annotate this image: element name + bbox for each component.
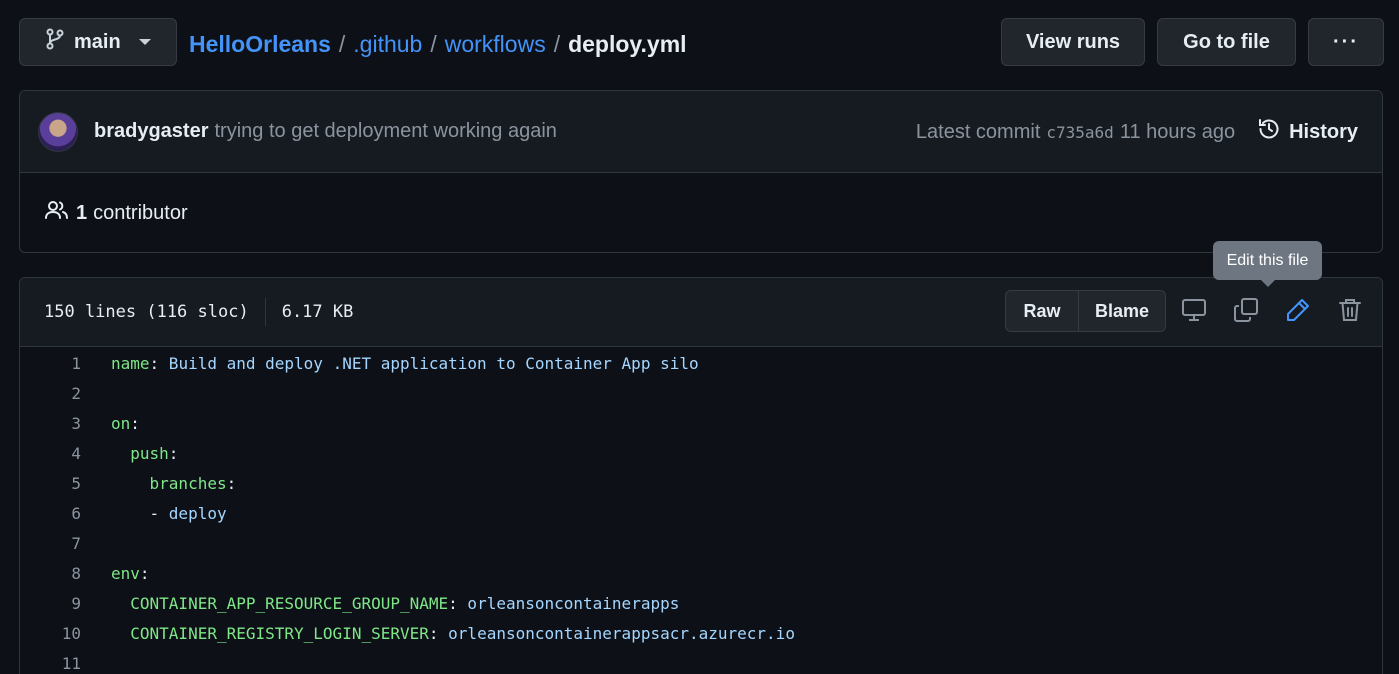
display-source-icon[interactable] bbox=[1180, 296, 1208, 324]
yaml-punct: : bbox=[149, 353, 160, 373]
line-content: - deploy bbox=[111, 504, 227, 523]
git-branch-icon bbox=[46, 28, 64, 56]
line-number[interactable]: 11 bbox=[20, 654, 81, 673]
commit-time: 11 hours ago bbox=[1119, 120, 1236, 143]
code-line: 11 bbox=[20, 648, 1382, 674]
go-to-file-button[interactable]: Go to file bbox=[1157, 18, 1296, 66]
code-listing: 1 name: Build and deploy .NET application… bbox=[20, 347, 1382, 674]
line-number[interactable]: 1 bbox=[20, 354, 81, 373]
file-line-info: 150 lines (116 sloc) bbox=[44, 302, 249, 322]
breadcrumb-repo-link[interactable]: HelloOrleans bbox=[189, 31, 331, 58]
commit-meta: Latest commit c735a6d 11 hours ago Histo… bbox=[916, 91, 1358, 173]
line-content: env: bbox=[111, 564, 150, 583]
yaml-value: orleansoncontainerapps bbox=[457, 593, 680, 613]
trash-icon[interactable] bbox=[1336, 296, 1364, 324]
breadcrumb-workflows-link[interactable]: workflows bbox=[445, 31, 546, 58]
history-link[interactable]: History bbox=[1257, 117, 1358, 147]
edit-file-tooltip: Edit this file bbox=[1213, 241, 1322, 287]
line-content: name: Build and deploy .NET application … bbox=[111, 354, 699, 373]
code-line: 8 env: bbox=[20, 558, 1382, 588]
line-content: push: bbox=[111, 444, 178, 463]
yaml-key: branches bbox=[149, 473, 227, 493]
history-label: History bbox=[1289, 120, 1358, 143]
code-line: 2 bbox=[20, 378, 1382, 408]
yaml-key: name bbox=[111, 353, 150, 373]
commit-row: bradygaster trying to get deployment wor… bbox=[20, 91, 1382, 173]
line-number[interactable]: 3 bbox=[20, 414, 81, 433]
file-size: 6.17 KB bbox=[281, 302, 354, 322]
branch-selector-button[interactable]: main bbox=[19, 18, 177, 66]
breadcrumb-github-link[interactable]: .github bbox=[353, 31, 422, 58]
line-content: CONTAINER_APP_RESOURCE_GROUP_NAME: orlea… bbox=[111, 594, 679, 613]
more-options-button[interactable]: ··· bbox=[1308, 18, 1384, 66]
breadcrumb-separator: / bbox=[553, 30, 561, 57]
avatar[interactable] bbox=[38, 111, 78, 152]
line-number[interactable]: 6 bbox=[20, 504, 81, 523]
divider bbox=[264, 298, 266, 326]
pencil-icon[interactable] bbox=[1284, 296, 1312, 324]
yaml-value: deploy bbox=[168, 503, 227, 523]
code-line: 3 on: bbox=[20, 408, 1382, 438]
commit-sha-link[interactable]: c735a6d bbox=[1046, 123, 1113, 142]
code-line: 7 bbox=[20, 528, 1382, 558]
code-line: 1 name: Build and deploy .NET application… bbox=[20, 348, 1382, 378]
breadcrumb-separator: / bbox=[430, 30, 437, 57]
chevron-down-icon bbox=[138, 39, 151, 45]
yaml-value: Build and deploy .NET application to Con… bbox=[159, 353, 699, 373]
code-line: 5 branches: bbox=[20, 468, 1382, 498]
latest-commit-label: Latest commit bbox=[915, 120, 1041, 143]
yaml-key: CONTAINER_APP_RESOURCE_GROUP_NAME bbox=[130, 593, 449, 613]
contributor-label: contributor bbox=[93, 201, 188, 224]
yaml-key: env bbox=[111, 563, 140, 583]
yaml-punct: : bbox=[428, 623, 439, 643]
line-number[interactable]: 5 bbox=[20, 474, 81, 493]
yaml-key: push bbox=[130, 443, 169, 463]
raw-blame-group: Raw Blame bbox=[1005, 290, 1166, 332]
copy-icon[interactable] bbox=[1232, 296, 1260, 324]
contributors-row[interactable]: 1 contributor bbox=[20, 173, 1382, 252]
raw-button[interactable]: Raw bbox=[1006, 291, 1078, 331]
commit-message-link[interactable]: trying to get deployment working again bbox=[215, 120, 557, 143]
breadcrumb: HelloOrleans / .github / workflows / dep… bbox=[189, 28, 687, 60]
yaml-key: on bbox=[111, 413, 131, 433]
yaml-punct: - bbox=[149, 503, 169, 523]
line-number[interactable]: 9 bbox=[20, 594, 81, 613]
yaml-punct: : bbox=[168, 443, 179, 463]
commit-author-link[interactable]: bradygaster bbox=[94, 120, 209, 143]
yaml-punct: : bbox=[139, 563, 150, 583]
line-content: branches: bbox=[111, 473, 237, 493]
contributor-count: 1 bbox=[76, 201, 88, 224]
yaml-punct: : bbox=[448, 593, 458, 613]
breadcrumb-separator: / bbox=[338, 30, 346, 57]
line-number[interactable]: 8 bbox=[20, 564, 81, 583]
code-line: 4 push: bbox=[20, 438, 1382, 468]
history-icon bbox=[1257, 117, 1281, 147]
code-line: 10 CONTAINER_REGISTRY_LOGIN_SERVER: orle… bbox=[20, 618, 1382, 648]
line-content: on: bbox=[111, 414, 140, 433]
yaml-value: orleansoncontainerappsacr.azurecr.io bbox=[438, 623, 795, 643]
latest-commit-box: bradygaster trying to get deployment wor… bbox=[19, 90, 1383, 253]
breadcrumb-file-name: deploy.yml bbox=[568, 30, 687, 57]
yaml-punct: : bbox=[130, 413, 140, 433]
file-header: 150 lines (116 sloc) 6.17 KB Raw Blame bbox=[20, 278, 1382, 347]
branch-name: main bbox=[74, 30, 121, 53]
yaml-key: CONTAINER_REGISTRY_LOGIN_SERVER bbox=[130, 623, 429, 643]
line-content: CONTAINER_REGISTRY_LOGIN_SERVER: orleans… bbox=[111, 624, 795, 643]
yaml-punct: : bbox=[226, 473, 237, 493]
code-line: 6 - deploy bbox=[20, 498, 1382, 528]
file-viewer: 150 lines (116 sloc) 6.17 KB Raw Blame 1… bbox=[19, 277, 1383, 674]
blame-button[interactable]: Blame bbox=[1078, 291, 1165, 331]
line-number[interactable]: 10 bbox=[20, 624, 81, 643]
view-runs-button[interactable]: View runs bbox=[1001, 18, 1145, 66]
code-line: 9 CONTAINER_APP_RESOURCE_GROUP_NAME: orl… bbox=[20, 588, 1382, 618]
line-number[interactable]: 2 bbox=[20, 384, 81, 403]
people-icon bbox=[44, 199, 70, 227]
line-number[interactable]: 7 bbox=[20, 534, 81, 553]
line-number[interactable]: 4 bbox=[20, 444, 81, 463]
